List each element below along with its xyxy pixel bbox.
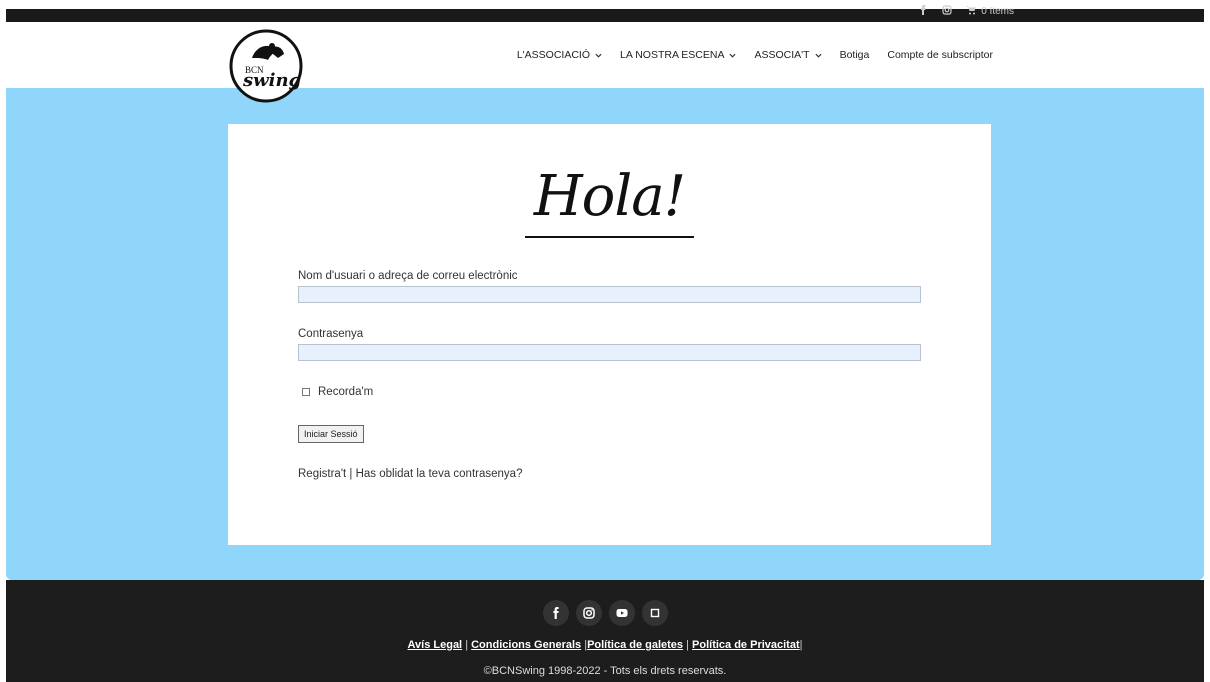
links-separator: | xyxy=(346,468,356,480)
chevron-down-icon xyxy=(595,53,602,58)
password-label: Contrasenya xyxy=(298,328,364,340)
top-bar-items: 0 Items xyxy=(918,5,1014,22)
cart-count: 0 Items xyxy=(981,6,1014,17)
instagram-icon xyxy=(582,607,595,619)
main-nav: L'ASSOCIACIÓ LA NOSTRA ESCENA ASSOCIA'T … xyxy=(517,49,993,61)
facebook-icon xyxy=(921,5,926,15)
nav-item-escena[interactable]: LA NOSTRA ESCENA xyxy=(620,49,736,61)
youtube-icon xyxy=(616,609,627,617)
instagram-icon xyxy=(942,5,952,15)
register-link[interactable]: Registra't xyxy=(298,468,346,480)
cart-link[interactable]: 0 Items xyxy=(966,6,1014,17)
copyright-text: ©BCNSwing 1998-2022 - Tots els drets res… xyxy=(483,665,727,677)
cart-icon xyxy=(966,6,976,15)
username-label: Nom d'usuari o adreça de correu electròn… xyxy=(298,270,518,282)
legal-link-condicions[interactable]: Condicions Generals xyxy=(471,639,581,651)
facebook-icon xyxy=(552,607,559,619)
remember-me: Recorda'm xyxy=(302,386,373,398)
legal-separator: | xyxy=(799,639,803,651)
nav-item-associacio[interactable]: L'ASSOCIACIÓ xyxy=(517,49,602,61)
legal-separator: | xyxy=(465,639,469,651)
footer-youtube-link[interactable] xyxy=(608,600,635,626)
password-input[interactable] xyxy=(298,344,921,361)
top-facebook-link[interactable] xyxy=(918,5,928,15)
remember-checkbox[interactable] xyxy=(302,388,310,396)
legal-links: Avís Legal | Condicions Generals |Políti… xyxy=(6,639,1204,651)
remember-label: Recorda'm xyxy=(318,386,374,398)
nav-item-label: Botiga xyxy=(839,49,870,61)
top-bar-strip: 0 Items xyxy=(6,5,1204,22)
chevron-down-icon xyxy=(815,53,822,58)
footer-social xyxy=(6,600,1204,626)
legal-link-galetes[interactable]: Política de galetes xyxy=(587,639,683,651)
forgot-password-link[interactable]: Has oblidat la teva contrasenya? xyxy=(356,468,523,480)
title-divider xyxy=(525,236,694,238)
square-icon xyxy=(650,608,659,618)
chevron-down-icon xyxy=(729,53,736,58)
nav-item-label: L'ASSOCIACIÓ xyxy=(516,49,591,61)
legal-link-avis[interactable]: Avís Legal xyxy=(408,639,463,651)
nav-item-label: ASSOCIA'T xyxy=(754,49,810,61)
login-submit-button[interactable]: Iniciar Sessió xyxy=(298,425,364,443)
login-card: Hola! Nom d'usuari o adreça de correu el… xyxy=(228,124,991,545)
top-instagram-link[interactable] xyxy=(942,5,952,15)
footer-instagram-link[interactable] xyxy=(575,600,602,626)
legal-separator: | xyxy=(686,639,689,651)
nav-item-botiga[interactable]: Botiga xyxy=(840,49,870,61)
footer-square-link[interactable] xyxy=(641,600,668,626)
page-title: Hola! xyxy=(533,164,686,229)
username-input[interactable] xyxy=(298,286,921,303)
bcn-swing-logo[interactable]: BCN swing xyxy=(228,28,304,104)
nav-item-compte[interactable]: Compte de subscriptor xyxy=(887,49,993,61)
footer-facebook-link[interactable] xyxy=(542,600,569,626)
site-header: BCN swing L'ASSOCIACIÓ LA NOSTRA ESCENA … xyxy=(0,22,1210,103)
nav-item-associat[interactable]: ASSOCIA'T xyxy=(754,49,822,61)
account-links: Registra't | Has oblidat la teva contras… xyxy=(298,468,522,480)
logo-text-big: swing xyxy=(242,70,301,91)
legal-link-privacitat[interactable]: Política de Privacitat xyxy=(692,639,800,651)
nav-item-label: LA NOSTRA ESCENA xyxy=(620,49,725,61)
nav-item-label: Compte de subscriptor xyxy=(887,49,993,61)
site-footer: Avís Legal | Condicions Generals |Políti… xyxy=(6,580,1204,682)
top-bar: 0 Items xyxy=(0,0,1210,22)
